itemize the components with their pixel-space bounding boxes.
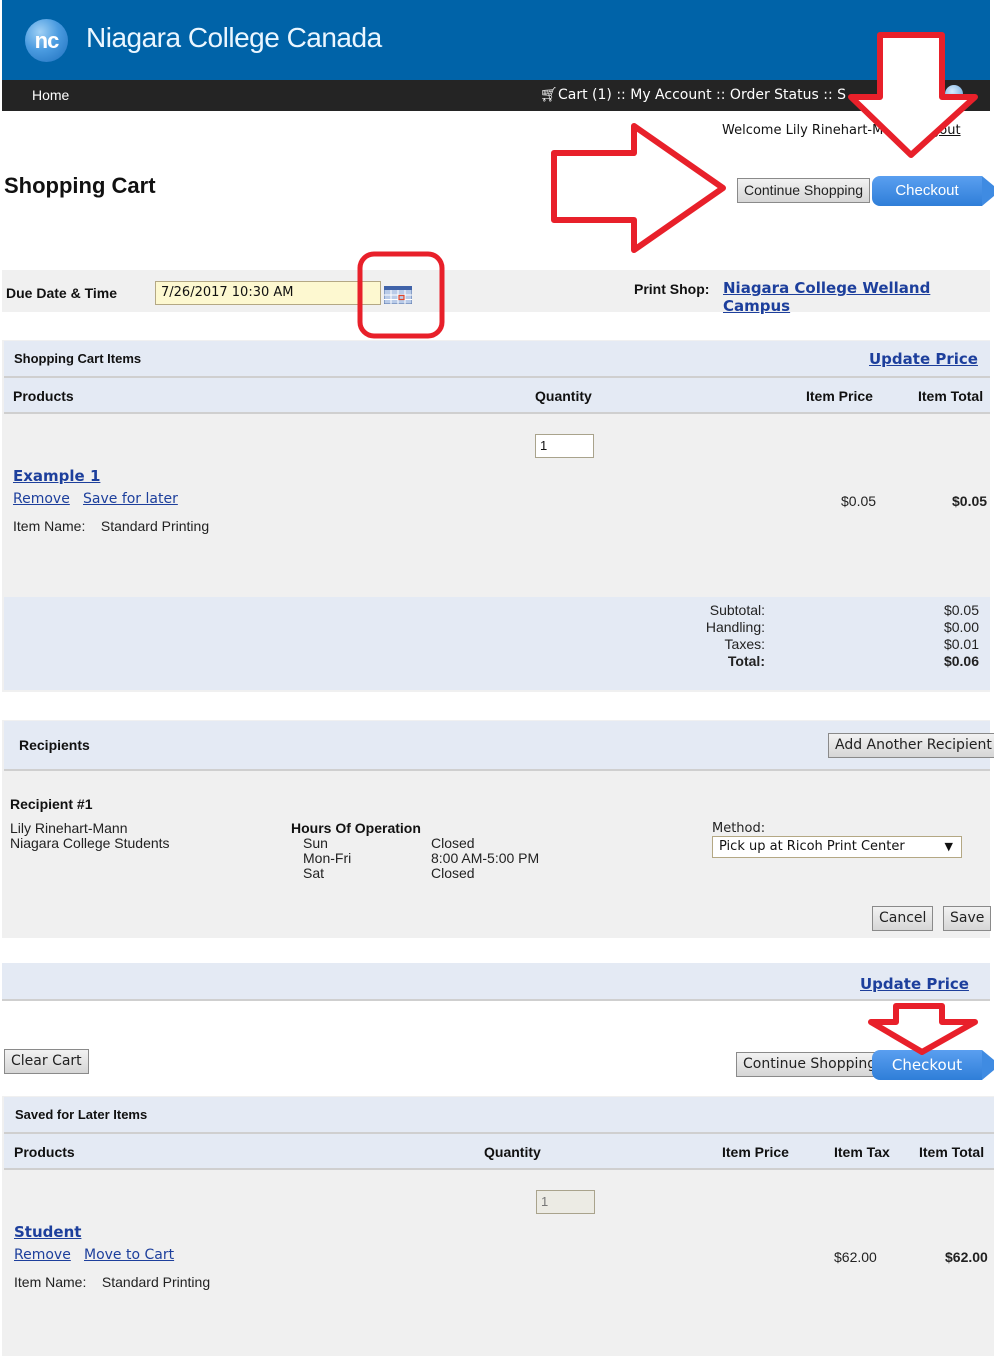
handling-label: Handling:: [705, 619, 765, 635]
nav-trailing-link[interactable]: :: S: [819, 87, 846, 103]
logout-link[interactable]: Logout: [916, 123, 961, 138]
item-name-label: Item Name:: [14, 1274, 87, 1290]
item-name-value: Standard Printing: [101, 1274, 211, 1290]
total-label: Total:: [727, 653, 765, 669]
welcome-area: Welcome Lily Rinehart-Mann Logout: [722, 123, 961, 138]
hours-time: Closed: [431, 865, 475, 881]
total-value: $0.06: [943, 653, 979, 669]
welcome-text: Welcome Lily Rinehart-Mann: [722, 123, 908, 138]
due-date-label: Due Date & Time: [6, 285, 117, 301]
taxes-value: $0.01: [943, 636, 979, 652]
method-label: Method:: [712, 821, 766, 836]
save-for-later-link[interactable]: Save for later: [83, 491, 178, 507]
item-name-row: Item Name: Standard Printing: [14, 1274, 210, 1290]
site-name[interactable]: Niagara College Canada: [86, 22, 382, 54]
item-price: $62.00: [834, 1249, 877, 1265]
nav-right-links: 🛒︎Cart (1) :: My Account :: Order Status…: [540, 87, 846, 103]
column-header-item-total: Item Total: [918, 388, 984, 404]
nav-order-status-link[interactable]: Order Status: [730, 87, 819, 103]
hours-day: Sun: [303, 835, 328, 851]
nav-cart-link[interactable]: Cart (1): [558, 87, 612, 103]
column-header-products: Products: [14, 1144, 75, 1160]
update-price-link[interactable]: Update Price: [860, 975, 969, 993]
cancel-button[interactable]: Cancel: [872, 906, 934, 931]
column-header-quantity: Quantity: [484, 1144, 541, 1160]
item-price: $0.05: [841, 493, 877, 509]
hours-time: Closed: [431, 835, 475, 851]
taxes-label: Taxes:: [724, 636, 765, 652]
column-header-quantity: Quantity: [535, 388, 592, 404]
product-link[interactable]: Example 1: [13, 467, 100, 485]
top-nav-bar: Home 🛒︎Cart (1) :: My Account :: Order S…: [2, 80, 990, 111]
clear-cart-button[interactable]: Clear Cart: [4, 1049, 89, 1074]
item-name-row: Item Name: Standard Printing: [13, 518, 209, 534]
continue-shopping-button[interactable]: Continue Shopping: [736, 1052, 884, 1077]
checkout-button[interactable]: Checkout: [872, 1050, 994, 1080]
page-title: Shopping Cart: [4, 173, 156, 198]
column-header-item-total: Item Total: [919, 1144, 985, 1160]
recipient-organization: Niagara College Students: [10, 835, 170, 851]
column-header-item-tax: Item Tax: [834, 1144, 890, 1160]
print-shop-label: Print Shop:: [634, 281, 710, 297]
annotation-arrow-down-small-icon: [868, 1003, 978, 1055]
column-header-item-price: Item Price: [722, 1144, 789, 1160]
save-button[interactable]: Save: [943, 906, 992, 931]
nav-home-link[interactable]: Home: [32, 87, 69, 103]
recipient-name: Lily Rinehart-Mann: [10, 820, 128, 836]
calendar-icon[interactable]: [384, 286, 412, 304]
due-date-input[interactable]: 7/26/2017 10:30 AM: [155, 281, 381, 305]
method-select[interactable]: Pick up at Ricoh Print Center ▼: [712, 836, 962, 858]
hours-day: Sat: [303, 865, 325, 881]
update-price-link[interactable]: Update Price: [869, 350, 978, 368]
bottom-update-bar: [2, 963, 990, 1001]
cart-totals: Subtotal: $0.05 Handling: $0.00 Taxes: $…: [4, 597, 990, 690]
saved-section-header: [4, 1097, 994, 1134]
item-name-value: Standard Printing: [100, 518, 210, 534]
column-header-item-price: Item Price: [806, 388, 873, 404]
product-link[interactable]: Student: [14, 1223, 81, 1241]
subtotal-value: $0.05: [943, 602, 979, 618]
remove-link[interactable]: Remove: [14, 1247, 71, 1263]
nav-separator: ::: [711, 87, 730, 103]
hours-day: Mon-Fri: [303, 850, 352, 866]
hours-title: Hours Of Operation: [291, 820, 421, 836]
subtotal-label: Subtotal:: [709, 602, 765, 618]
cart-icon[interactable]: 🛒︎: [540, 87, 558, 103]
nav-my-account-link[interactable]: My Account: [630, 87, 711, 103]
quantity-input[interactable]: 1: [535, 434, 594, 458]
annotation-arrow-right-icon: [551, 123, 726, 253]
hours-time: 8:00 AM-5:00 PM: [431, 850, 540, 866]
dropdown-arrow-icon: ▼: [944, 840, 953, 853]
handling-value: $0.00: [943, 619, 979, 635]
column-header-products: Products: [13, 388, 74, 404]
search-icon[interactable]: [945, 85, 963, 103]
cart-section-title: Shopping Cart Items: [14, 351, 142, 366]
remove-link[interactable]: Remove: [13, 491, 70, 507]
item-total: $62.00: [945, 1249, 988, 1265]
saved-section-title: Saved for Later Items: [15, 1107, 148, 1122]
item-name-label: Item Name:: [13, 518, 86, 534]
nav-separator: ::: [611, 87, 631, 103]
add-another-recipient-button[interactable]: Add Another Recipient: [828, 733, 994, 758]
method-selected-value: Pick up at Ricoh Print Center: [719, 839, 905, 854]
cart-section-header: [4, 341, 990, 378]
quantity-input-disabled: 1: [536, 1190, 595, 1214]
print-shop-link[interactable]: Niagara College Welland Campus: [723, 279, 994, 315]
continue-shopping-button[interactable]: Continue Shopping: [737, 178, 871, 203]
item-total: $0.05: [952, 493, 988, 509]
checkout-button[interactable]: Checkout: [872, 176, 994, 206]
recipients-title: Recipients: [19, 737, 90, 753]
recipient-heading: Recipient #1: [10, 796, 93, 812]
college-logo-icon[interactable]: nc: [25, 19, 68, 62]
move-to-cart-link[interactable]: Move to Cart: [84, 1247, 174, 1263]
